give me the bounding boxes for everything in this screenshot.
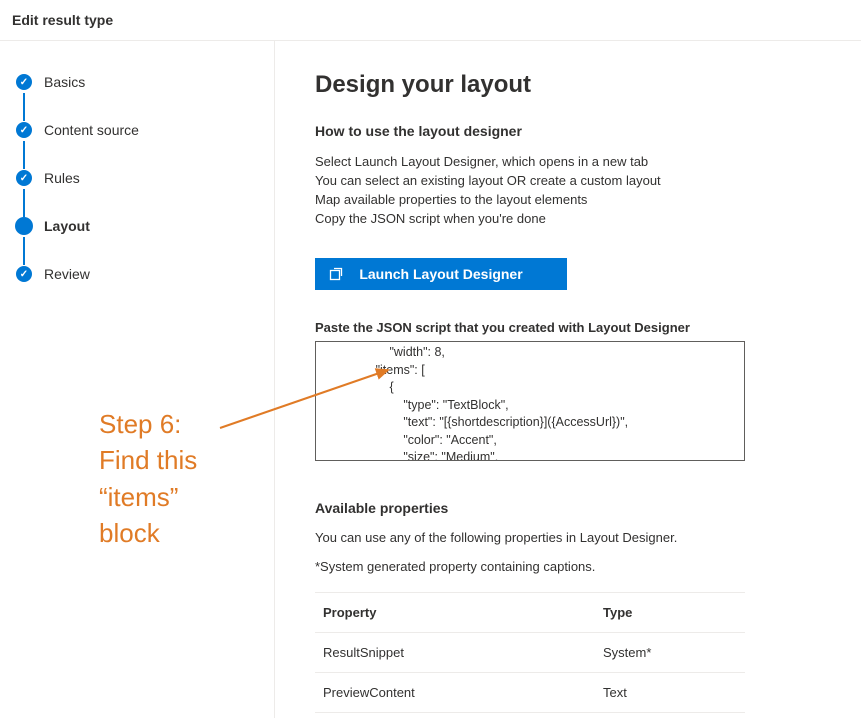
step-basics[interactable]: Basics bbox=[16, 71, 274, 93]
paste-json-label: Paste the JSON script that you created w… bbox=[315, 320, 821, 335]
table-header-row: Property Type bbox=[315, 593, 745, 633]
property-name-cell: PreviewContent bbox=[323, 685, 603, 700]
step-review[interactable]: Review bbox=[16, 263, 274, 285]
json-script-textarea[interactable] bbox=[315, 341, 745, 461]
annotation-line: block bbox=[99, 515, 197, 551]
column-header-type: Type bbox=[603, 605, 737, 620]
annotation-line: Step 6: bbox=[99, 406, 197, 442]
table-row: PreviewContent Text bbox=[315, 673, 745, 713]
active-step-dot-icon bbox=[15, 217, 33, 235]
step-connector bbox=[23, 93, 25, 121]
property-name-cell: ResultSnippet bbox=[323, 645, 603, 660]
page-title: Design your layout bbox=[315, 71, 821, 99]
instruction-line: Copy the JSON script when you're done bbox=[315, 210, 821, 229]
page-header: Edit result type bbox=[0, 0, 861, 41]
annotation-line: Find this bbox=[99, 442, 197, 478]
step-label: Layout bbox=[44, 218, 90, 234]
property-type-cell: Text bbox=[603, 685, 737, 700]
check-icon bbox=[16, 266, 32, 282]
instruction-line: Select Launch Layout Designer, which ope… bbox=[315, 153, 821, 172]
check-icon bbox=[16, 74, 32, 90]
step-layout[interactable]: Layout bbox=[16, 215, 274, 237]
step-connector bbox=[23, 237, 25, 265]
step-label: Review bbox=[44, 266, 90, 282]
check-icon bbox=[16, 122, 32, 138]
step-content-source[interactable]: Content source bbox=[16, 119, 274, 141]
annotation-callout: Step 6: Find this “items” block bbox=[99, 406, 197, 552]
step-label: Rules bbox=[44, 170, 80, 186]
properties-table: Property Type ResultSnippet System* Prev… bbox=[315, 592, 745, 713]
howto-heading: How to use the layout designer bbox=[315, 123, 821, 139]
page-header-title: Edit result type bbox=[12, 12, 845, 28]
check-icon bbox=[16, 170, 32, 186]
page-body: Basics Content source Rules Layout Revie… bbox=[0, 41, 861, 718]
available-properties-note: *System generated property containing ca… bbox=[315, 559, 821, 574]
instructions-block: Select Launch Layout Designer, which ope… bbox=[315, 153, 821, 228]
column-header-property: Property bbox=[323, 605, 603, 620]
launch-button-label: Launch Layout Designer bbox=[359, 266, 522, 282]
wizard-stepper: Basics Content source Rules Layout Revie… bbox=[0, 41, 275, 718]
property-type-cell: System* bbox=[603, 645, 737, 660]
step-connector bbox=[23, 141, 25, 169]
launch-layout-designer-button[interactable]: Launch Layout Designer bbox=[315, 258, 567, 290]
step-label: Basics bbox=[44, 74, 85, 90]
main-content: Design your layout How to use the layout… bbox=[275, 41, 861, 718]
step-label: Content source bbox=[44, 122, 139, 138]
instruction-line: Map available properties to the layout e… bbox=[315, 191, 821, 210]
available-properties-description: You can use any of the following propert… bbox=[315, 530, 821, 545]
step-connector bbox=[23, 189, 25, 217]
available-properties-heading: Available properties bbox=[315, 500, 821, 516]
step-rules[interactable]: Rules bbox=[16, 167, 274, 189]
table-row: ResultSnippet System* bbox=[315, 633, 745, 673]
annotation-line: “items” bbox=[99, 479, 197, 515]
open-new-tab-icon bbox=[329, 267, 343, 284]
instruction-line: You can select an existing layout OR cre… bbox=[315, 172, 821, 191]
